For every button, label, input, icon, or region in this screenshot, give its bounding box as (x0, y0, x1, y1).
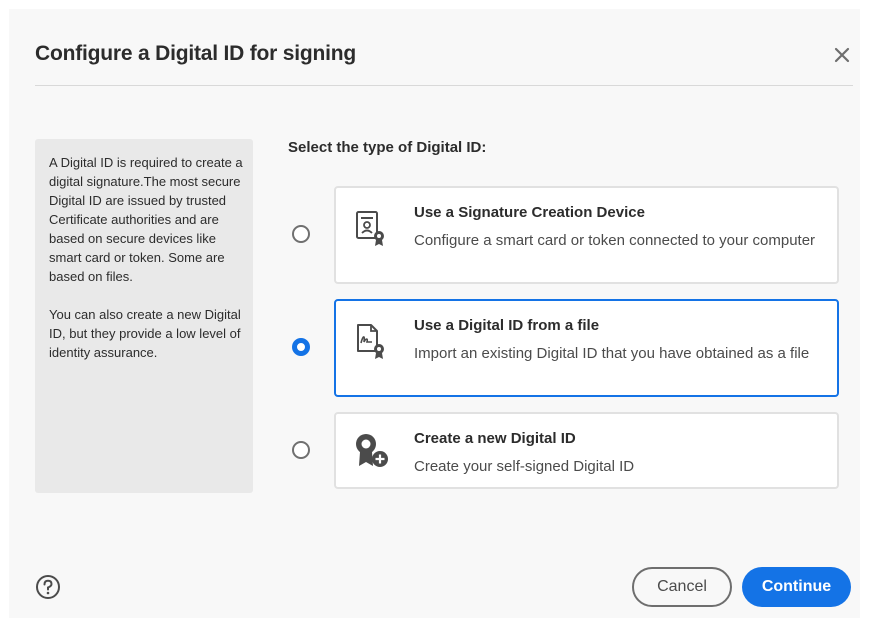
option-title: Use a Signature Creation Device (414, 204, 645, 221)
help-icon[interactable] (35, 574, 61, 600)
info-panel: A Digital ID is required to create a dig… (35, 139, 253, 493)
cancel-button[interactable]: Cancel (632, 567, 732, 607)
option-card-digital-id-file[interactable]: Use a Digital ID from a file Import an e… (334, 299, 839, 397)
close-icon[interactable] (829, 42, 855, 68)
option-description: Configure a smart card or token connecte… (414, 232, 816, 249)
new-digital-id-icon (351, 430, 391, 470)
info-paragraph-2: You can also create a new Digital ID, bu… (49, 307, 241, 360)
option-description: Import an existing Digital ID that you h… (414, 345, 810, 362)
info-paragraph-1: A Digital ID is required to create a dig… (49, 155, 243, 284)
option-card-signature-device[interactable]: Use a Signature Creation Device Configur… (334, 186, 839, 284)
certificate-device-icon (351, 208, 391, 248)
section-label: Select the type of Digital ID: (288, 139, 487, 156)
option-description: Create your self-signed Digital ID (414, 458, 635, 475)
signed-file-icon (351, 321, 391, 361)
title-divider (35, 85, 853, 86)
dialog-title: Configure a Digital ID for signing (35, 42, 357, 65)
radio-new-digital-id[interactable] (292, 441, 310, 459)
info-text: A Digital ID is required to create a dig… (49, 153, 243, 381)
option-title: Use a Digital ID from a file (414, 317, 600, 334)
radio-digital-id-file[interactable] (292, 338, 310, 356)
radio-signature-device[interactable] (292, 225, 310, 243)
option-title: Create a new Digital ID (414, 430, 576, 447)
continue-button[interactable]: Continue (742, 567, 851, 607)
configure-digital-id-dialog: Configure a Digital ID for signing A Dig… (9, 9, 860, 618)
option-card-new-digital-id[interactable]: Create a new Digital ID Create your self… (334, 412, 839, 489)
